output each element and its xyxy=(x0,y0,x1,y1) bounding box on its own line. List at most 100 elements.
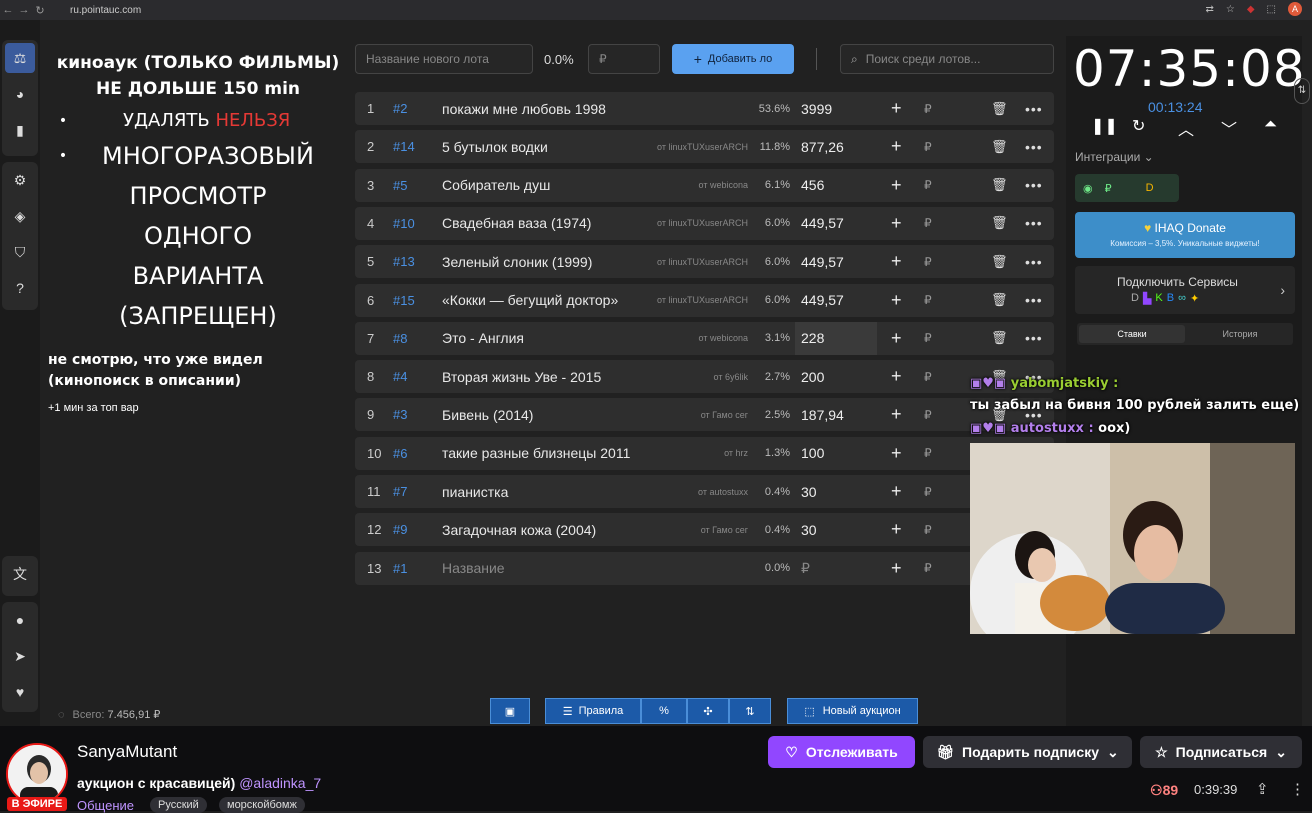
merge-button[interactable]: ✣ xyxy=(687,698,729,724)
gear-icon[interactable]: ⚙ xyxy=(5,165,35,195)
new-auction-button[interactable]: ⬚ Новый аукцион xyxy=(787,698,918,724)
subscribe-button[interactable]: ☆ Подписаться ⌄ xyxy=(1140,736,1302,768)
rules-button[interactable]: ☰ Правила xyxy=(545,698,641,724)
trash-icon[interactable]: 🗑︎ xyxy=(991,139,1008,155)
lot-name[interactable]: Собиратель душ xyxy=(442,177,550,193)
add-amount-icon[interactable]: + xyxy=(891,136,902,157)
trash-icon[interactable]: 🗑︎ xyxy=(991,292,1008,308)
lot-name[interactable]: Загадочная кожа (2004) xyxy=(442,522,596,538)
add-amount-icon[interactable]: + xyxy=(891,366,902,387)
lot-amount[interactable]: 456 xyxy=(795,169,877,202)
stream-mention[interactable]: @aladinka_7 xyxy=(239,775,321,791)
lot-amount[interactable]: 877,26 xyxy=(795,130,877,163)
lot-name[interactable]: Название xyxy=(442,560,505,576)
add-amount-icon[interactable]: + xyxy=(891,558,902,579)
telegram-icon[interactable]: ➤ xyxy=(5,641,35,671)
lot-amount[interactable]: 100 xyxy=(795,437,877,470)
add-amount-icon[interactable]: + xyxy=(891,290,902,311)
auction-gavel-icon[interactable]: ⚖ xyxy=(5,43,35,73)
search-input[interactable]: ⌕ Поиск среди лотов... xyxy=(840,44,1054,74)
sort-button[interactable]: ⇅ xyxy=(729,698,771,724)
ruble-icon[interactable]: ₽ xyxy=(924,293,932,307)
trash-icon[interactable]: 🗑︎ xyxy=(991,254,1008,270)
lot-name[interactable]: пианистка xyxy=(442,484,508,500)
new-lot-input[interactable]: Название нового лота xyxy=(355,44,533,74)
lot-name[interactable]: такие разные близнецы 2011 xyxy=(442,445,630,461)
lot-amount[interactable]: 449,57 xyxy=(795,245,877,278)
more-icon[interactable]: ••• xyxy=(1025,215,1043,231)
eye-off-icon[interactable]: ◌ xyxy=(58,709,65,721)
trash-icon[interactable]: 🗑︎ xyxy=(991,177,1008,193)
ruble-icon[interactable]: ₽ xyxy=(924,523,932,537)
percent-toggle-button[interactable]: % xyxy=(641,698,687,724)
ruble-icon[interactable]: ₽ xyxy=(924,216,932,230)
gift-sub-button[interactable]: 🎁︎ Подарить подписку ⌄ xyxy=(923,736,1132,768)
donate-hand-icon[interactable]: ♥ xyxy=(5,677,35,707)
lot-name[interactable]: покажи мне любовь 1998 xyxy=(442,101,606,117)
lot-amount[interactable]: ₽ xyxy=(795,552,877,585)
profile-avatar[interactable]: A xyxy=(1288,2,1302,16)
lot-name[interactable]: «Кокки — бегущий доктор» xyxy=(442,292,618,308)
add-lot-button[interactable]: + Добавить ло xyxy=(672,44,794,74)
tab-bids[interactable]: Ставки xyxy=(1079,325,1185,343)
tab-history[interactable]: История xyxy=(1187,323,1293,345)
extensions-puzzle-icon[interactable]: ⬚ xyxy=(1267,4,1276,15)
lot-amount[interactable]: 228 xyxy=(795,321,877,355)
ruble-icon[interactable]: ₽ xyxy=(924,255,932,269)
new-lot-amount-input[interactable]: ₽ xyxy=(588,44,660,74)
lot-amount[interactable]: 200 xyxy=(795,360,877,393)
reload-icon[interactable]: ↻ xyxy=(32,4,48,17)
connect-services[interactable]: Подключить Сервисы D ▙ K B ∞ ✦ › xyxy=(1075,266,1295,314)
ihaq-donate-banner[interactable]: ♥ IHAQ Donate Комиссия – 3,5%. Уникальны… xyxy=(1075,212,1295,258)
lot-amount[interactable]: 187,94 xyxy=(795,398,877,431)
stats-icon[interactable]: ▮ xyxy=(5,115,35,145)
bookmark-star-icon[interactable]: ☆ xyxy=(1226,4,1235,15)
lot-amount[interactable]: 3999 xyxy=(795,92,877,125)
layers-icon[interactable]: ◈ xyxy=(5,201,35,231)
github-icon[interactable]: ● xyxy=(5,605,35,635)
lot-amount[interactable]: 449,57 xyxy=(795,207,877,240)
trash-icon[interactable]: 🗑︎ xyxy=(991,101,1008,117)
add-amount-icon[interactable]: + xyxy=(891,175,902,196)
ruble-icon[interactable]: ₽ xyxy=(924,485,932,499)
forward-icon[interactable]: → xyxy=(16,4,32,16)
translate-icon[interactable]: ⇄ xyxy=(1205,4,1213,15)
ruble-icon[interactable]: ₽ xyxy=(924,102,932,116)
add-amount-icon[interactable]: + xyxy=(891,481,902,502)
add-amount-icon[interactable]: + xyxy=(891,519,902,540)
more-icon[interactable]: ••• xyxy=(1025,101,1043,117)
save-button[interactable]: ▣ xyxy=(490,698,530,724)
translate-icon[interactable]: 文 xyxy=(5,559,35,589)
ruble-icon[interactable]: ₽ xyxy=(924,446,932,460)
help-icon[interactable]: ? xyxy=(5,273,35,303)
ruble-icon[interactable]: ₽ xyxy=(924,370,932,384)
ruble-icon[interactable]: ₽ xyxy=(924,561,932,575)
lot-name[interactable]: 5 бутылок водки xyxy=(442,139,548,155)
more-vertical-icon[interactable]: ⋮ xyxy=(1290,780,1305,798)
add-amount-icon[interactable]: + xyxy=(891,251,902,272)
lot-name[interactable]: Зеленый слоник (1999) xyxy=(442,254,592,270)
integrations-status[interactable]: ◉ ₽ D xyxy=(1075,174,1179,202)
double-chevron-up-icon[interactable]: ⏶ xyxy=(1264,116,1277,134)
chevron-up-icon[interactable]: ︿ xyxy=(1178,116,1194,140)
lot-name[interactable]: Это - Англия xyxy=(442,330,524,346)
follow-button[interactable]: ♡ Отслеживать xyxy=(768,736,915,768)
add-amount-icon[interactable]: + xyxy=(891,213,902,234)
more-icon[interactable]: ••• xyxy=(1025,330,1043,346)
ruble-icon[interactable]: ₽ xyxy=(924,140,932,154)
add-amount-icon[interactable]: + xyxy=(891,328,902,349)
extension-icon[interactable]: ◆ xyxy=(1247,4,1255,15)
back-icon[interactable]: ← xyxy=(0,4,16,16)
more-icon[interactable]: ••• xyxy=(1025,292,1043,308)
lot-name[interactable]: Бивень (2014) xyxy=(442,407,533,423)
more-icon[interactable]: ••• xyxy=(1025,139,1043,155)
trash-icon[interactable]: 🗑︎ xyxy=(991,330,1008,346)
more-icon[interactable]: ••• xyxy=(1025,254,1043,270)
lot-amount[interactable]: 449,57 xyxy=(795,284,877,317)
ruble-icon[interactable]: ₽ xyxy=(924,178,932,192)
pause-icon[interactable]: ❚❚ xyxy=(1091,116,1118,136)
lot-amount[interactable]: 30 xyxy=(795,513,877,546)
add-amount-icon[interactable]: + xyxy=(891,404,902,425)
streamer-name[interactable]: SanyaMutant xyxy=(77,742,177,762)
shield-icon[interactable]: ⛉ xyxy=(5,237,35,267)
